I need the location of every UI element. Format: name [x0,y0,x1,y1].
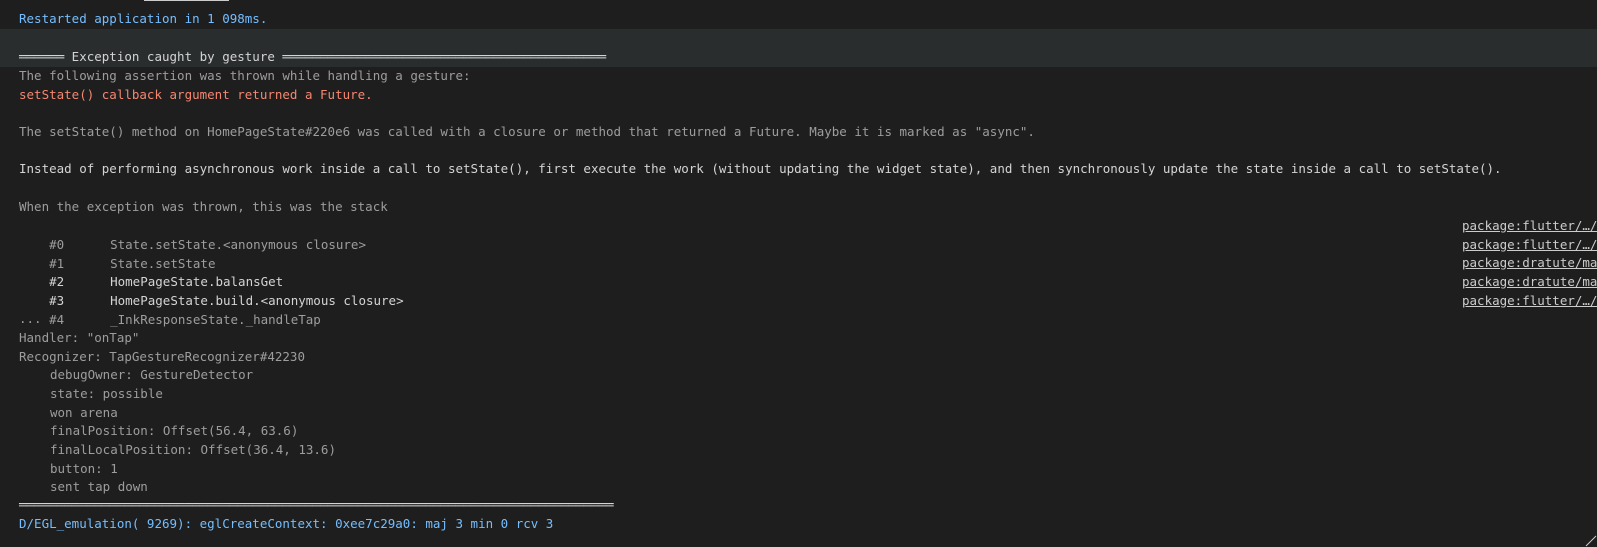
stack-ellipsis: ... [19,311,42,326]
handler-line: Handler: "onTap" [19,330,140,345]
recognizer-detail: sent tap down [50,479,148,494]
error-message: setState() callback argument returned a … [19,87,373,102]
recognizer-detail: finalPosition: Offset(56.4, 63.6) [50,423,299,438]
restart-line: Restarted application in 1 098ms. [19,11,268,26]
recognizer-detail: debugOwner: GestureDetector [50,367,254,382]
scroll-indicator [144,0,229,1]
stack-frame: #0 State.setState.<anonymous closure> pac… [0,216,1597,252]
egl-log-line: D/EGL_emulation( 9269): eglCreateContext… [19,516,554,531]
recognizer-detail: state: possible [50,386,163,401]
recognizer-detail: won arena [50,405,118,420]
stack-frame: #4 _InkResponseState._handleTap package:f… [0,291,1597,327]
frame-source-link[interactable]: package:flutter/…/ [1462,235,1597,254]
assertion-intro: The following assertion was thrown while… [19,68,471,83]
explanation-text: The setState() method on HomePageState#2… [19,124,1035,139]
frame-source-link[interactable]: package:flutter/…/ [1462,216,1597,235]
stack-intro: When the exception was thrown, this was … [19,199,388,214]
recognizer-line: Recognizer: TapGestureRecognizer#42230 [19,349,305,364]
footer-rule: ════════════════════════════════════════… [19,497,614,512]
frame-source-link[interactable]: package:dratute/ma [1462,272,1597,291]
stack-frame: #1 State.setState package:flutter/…/ [0,235,1597,271]
stack-frame: #3 HomePageState.build.<anonymous closure… [0,272,1597,308]
debug-console[interactable]: Restarted application in 1 098ms. ══════… [0,0,1597,547]
exception-header: ══════ Exception caught by gesture ═════… [19,49,606,64]
recognizer-detail: button: 1 [50,461,118,476]
advice-text: Instead of performing asynchronous work … [19,161,1502,176]
frame-source-link[interactable]: package:dratute/ma [1462,253,1597,272]
frame-source-link[interactable]: package:flutter/…/ [1462,291,1597,310]
stack-frame: #2 HomePageState.balansGet package:dratut… [0,253,1597,289]
recognizer-detail: finalLocalPosition: Offset(36.4, 13.6) [50,442,336,457]
resize-grip-icon[interactable] [1583,533,1597,547]
